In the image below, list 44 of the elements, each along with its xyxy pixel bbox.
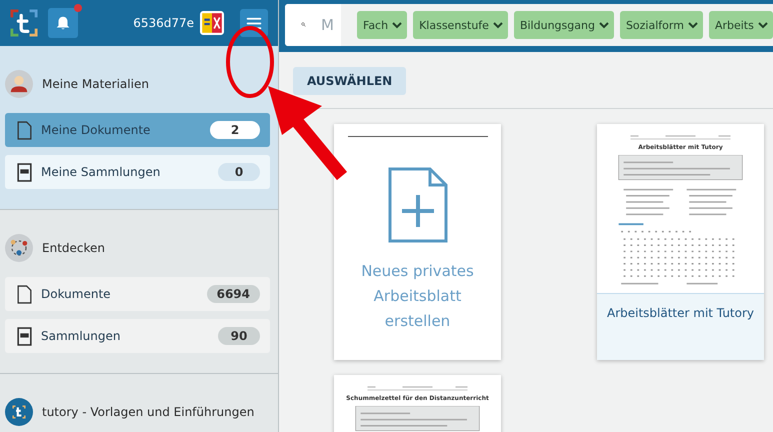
coat-of-arms-icon bbox=[200, 11, 224, 35]
search-icon bbox=[301, 22, 306, 27]
sidebar-item[interactable]: Meine Sammlungen 0 bbox=[5, 155, 270, 189]
document-icon bbox=[17, 284, 32, 304]
item-label: Sammlungen bbox=[41, 329, 122, 343]
chevron-down-icon bbox=[598, 21, 609, 29]
count-badge: 0 bbox=[218, 163, 260, 181]
section-title: tutory - Vorlagen und Einführungen bbox=[42, 405, 254, 419]
count-badge: 6694 bbox=[206, 285, 260, 303]
count-badge: 90 bbox=[218, 327, 260, 345]
chevron-down-icon bbox=[758, 21, 768, 29]
chevron-down-icon bbox=[392, 21, 402, 29]
search-field[interactable]: M bbox=[285, 4, 341, 46]
sidebar-item[interactable]: Dokumente 6694 bbox=[5, 277, 270, 311]
filter-dropdown[interactable]: Bildungsgang bbox=[514, 11, 614, 39]
section-title: Meine Materialien bbox=[42, 77, 149, 91]
item-label: Meine Sammlungen bbox=[41, 165, 162, 179]
folder-icon bbox=[17, 162, 32, 182]
card-label: Neues privates Arbeitsblatt erstellen bbox=[360, 261, 475, 332]
count-badge: 2 bbox=[210, 121, 260, 139]
sidebar-item[interactable]: Meine Dokumente 2 bbox=[5, 113, 270, 147]
bell-icon bbox=[54, 14, 72, 32]
chevron-down-icon bbox=[492, 21, 503, 29]
user-avatar-icon bbox=[5, 70, 33, 98]
user-id: 6536d77e bbox=[133, 16, 194, 30]
menu-icon bbox=[246, 16, 262, 30]
sidebar-item[interactable]: Sammlungen 90 bbox=[5, 319, 270, 353]
document-icon bbox=[17, 120, 32, 140]
filter-dropdown[interactable]: Arbeits bbox=[708, 11, 773, 39]
new-document-icon bbox=[388, 167, 448, 243]
card-label: Arbeitsblätter mit Tutory bbox=[597, 293, 764, 360]
chevron-down-icon bbox=[688, 21, 698, 29]
select-button[interactable]: AUSWÄHLEN bbox=[293, 67, 406, 95]
folder-icon bbox=[17, 326, 32, 346]
annotation-circle bbox=[226, 26, 274, 98]
filter-dropdown[interactable]: Fach bbox=[357, 11, 408, 39]
filter-dropdown[interactable]: Klassenstufe bbox=[413, 11, 508, 39]
section-title: Entdecken bbox=[42, 241, 105, 255]
logo-icon[interactable] bbox=[10, 9, 38, 37]
people-circle-icon bbox=[5, 234, 33, 262]
item-label: Dokumente bbox=[41, 287, 112, 301]
filter-dropdown[interactable]: Sozialform bbox=[620, 11, 703, 39]
item-label: Meine Dokumente bbox=[41, 123, 152, 137]
logo-icon bbox=[5, 398, 33, 426]
